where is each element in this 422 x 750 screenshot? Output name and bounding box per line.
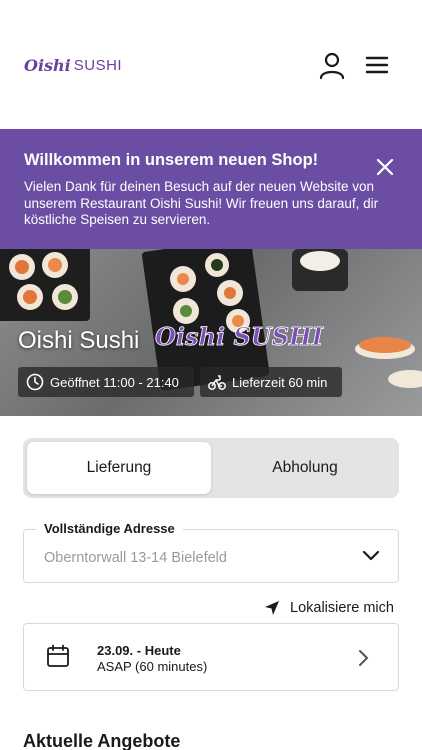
banner-title: Willkommen in unserem neuen Shop!: [24, 151, 319, 169]
address-label: Vollständige Adresse: [36, 521, 183, 536]
banner-close-button[interactable]: [374, 156, 396, 178]
delivery-time-selector[interactable]: 23.09. - Heute ASAP (60 minutes): [23, 623, 399, 691]
delivery-time-text: Lieferzeit 60 min: [232, 374, 328, 390]
selected-time: ASAP (60 minutes): [97, 659, 208, 674]
location-arrow-icon: [265, 601, 279, 615]
chevron-right-icon: [359, 650, 368, 666]
chevron-down-icon[interactable]: [362, 549, 380, 563]
delivery-option[interactable]: Lieferung: [27, 442, 211, 494]
delivery-time-badge: Lieferzeit 60 min: [200, 367, 342, 397]
current-offers-title: Aktuelle Angebote: [23, 731, 181, 750]
logo-prefix: Oishi: [24, 56, 71, 75]
locate-me-button[interactable]: Lokalisiere mich: [264, 598, 394, 618]
opening-hours-text: Geöffnet 11:00 - 21:40: [50, 374, 179, 390]
close-icon: [376, 158, 394, 176]
banner-text: Vielen Dank für deinen Besuch auf der ne…: [24, 179, 379, 227]
selected-date: 23.09. - Heute: [97, 643, 181, 658]
logo-suffix: SUSHI: [73, 57, 123, 74]
calendar-icon: [47, 644, 69, 667]
pickup-option[interactable]: Abholung: [213, 442, 397, 494]
account-button[interactable]: [318, 52, 346, 80]
welcome-banner: Willkommen in unserem neuen Shop! Vielen…: [0, 129, 422, 249]
menu-button[interactable]: [364, 53, 390, 77]
bicycle-icon: [208, 375, 226, 390]
order-type-toggle: Lieferung Abholung: [23, 438, 399, 498]
restaurant-hero: Oishi SUSHI Oishi Sushi Geöffnet 11:00 -…: [0, 249, 422, 416]
opening-hours-badge: Geöffnet 11:00 - 21:40: [18, 367, 194, 397]
hero-logo-text: Oishi SUSHI: [155, 322, 324, 351]
address-field[interactable]: Vollständige Adresse Oberntorwall 13-14 …: [23, 521, 399, 583]
oishi-sushi-logo[interactable]: Oishi SUSHI: [24, 56, 122, 75]
address-placeholder: Oberntorwall 13-14 Bielefeld: [44, 550, 227, 566]
app-header: Oishi SUSHI: [0, 0, 422, 129]
restaurant-name: Oishi Sushi: [18, 327, 140, 354]
clock-icon: [26, 373, 44, 391]
user-icon: [319, 52, 345, 80]
menu-icon: [365, 56, 389, 74]
locate-me-label: Lokalisiere mich: [290, 600, 394, 616]
